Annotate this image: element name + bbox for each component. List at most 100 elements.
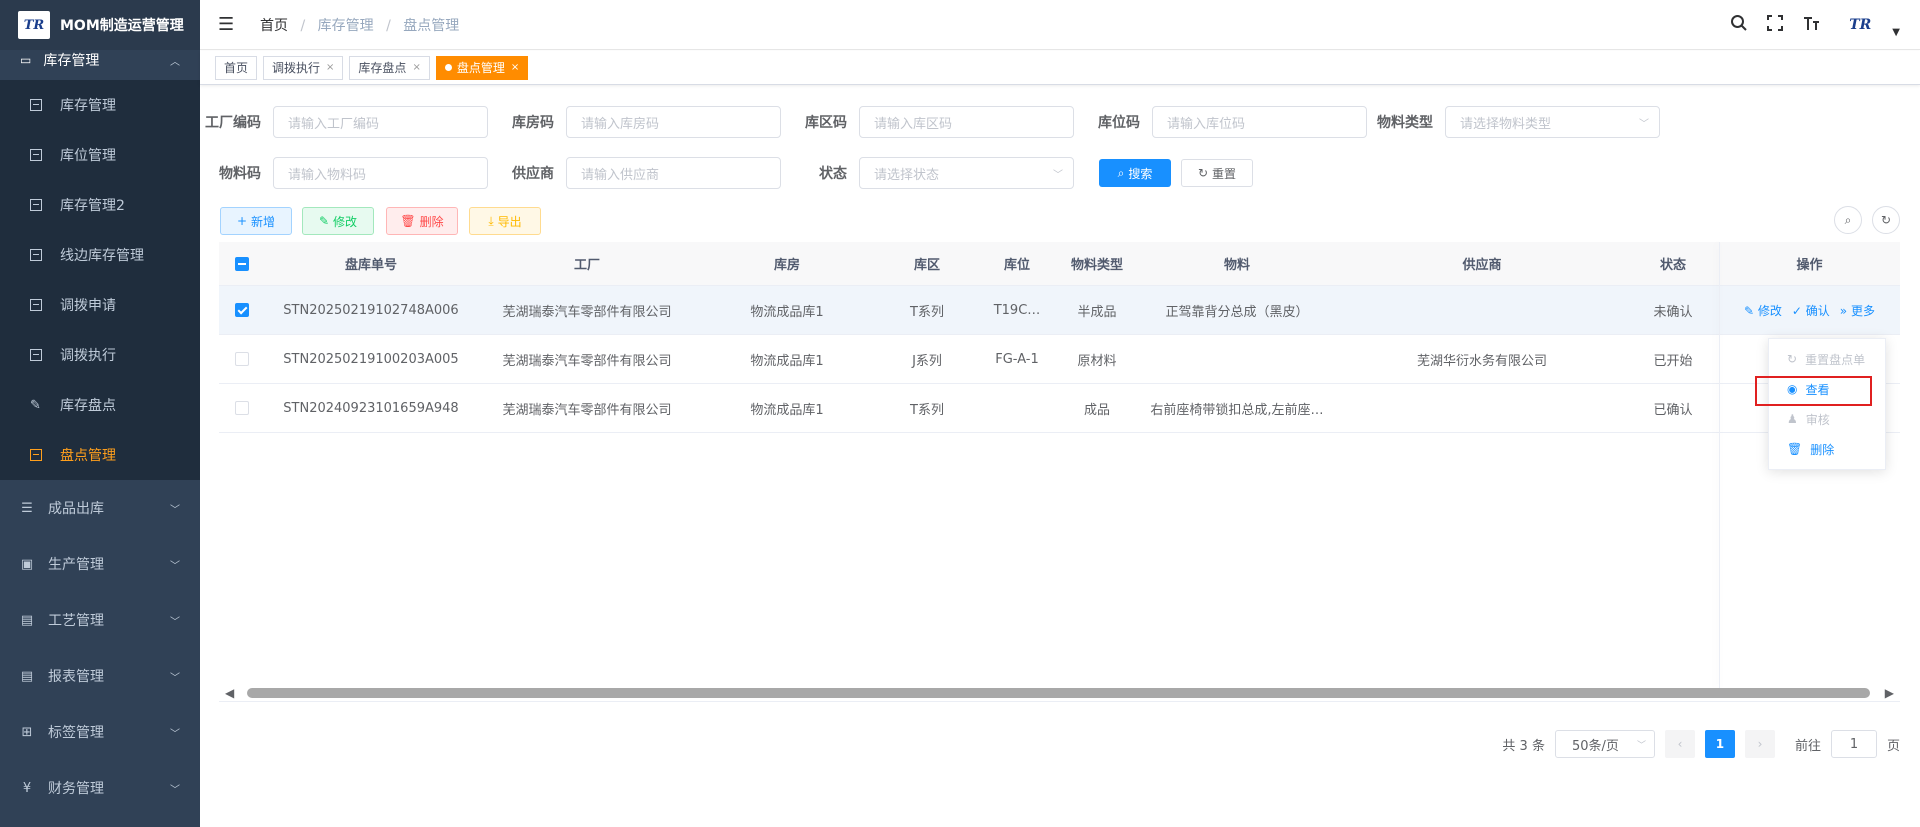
tag-stocktake-mgmt[interactable]: 盘点管理 × [435, 55, 529, 80]
tag-stocktake[interactable]: 库存盘点 × [349, 55, 430, 80]
edit-button[interactable]: ✎ 修改 [302, 207, 374, 235]
field-label: 工厂编码 [205, 115, 261, 131]
chevron-down-icon: ﹀ [170, 728, 180, 740]
delete-menu-item[interactable]: 🗑 删除 [1769, 434, 1885, 464]
toggle-search-button[interactable]: ⌕ [1834, 206, 1862, 234]
avatar[interactable]: TR [1842, 13, 1878, 37]
field-label: 状态 [819, 166, 847, 182]
close-icon[interactable]: × [511, 62, 519, 73]
next-page-button[interactable]: › [1744, 730, 1775, 758]
cell-factory: 芜湖瑞泰汽车零部件有限公司 [502, 353, 672, 369]
scrollbar-thumb[interactable] [247, 688, 1870, 698]
row-confirm-button[interactable]: ✓ 确认 [1792, 302, 1830, 319]
sidebar-item-lineside[interactable]: 线边库存管理 [0, 230, 200, 280]
col-header: 操作 [1796, 258, 1823, 273]
prev-page-button[interactable]: ‹ [1664, 730, 1695, 758]
chevron-down-icon: ﹀ [170, 784, 180, 796]
fullscreen-icon[interactable] [1764, 14, 1786, 37]
active-dot-icon [444, 64, 452, 71]
menu-item-label: 审核 [1805, 412, 1830, 427]
select-all-checkbox[interactable] [235, 256, 249, 271]
cell-warehouse: 物流成品库1 [750, 353, 824, 369]
tag-home[interactable]: 首页 [215, 55, 258, 80]
page-number[interactable]: 1 [1704, 730, 1735, 758]
hamburger-icon[interactable]: ☰ [218, 14, 238, 35]
close-icon[interactable]: × [412, 62, 420, 73]
sidebar-item-inventory[interactable]: 库存管理 [0, 80, 200, 130]
breadcrumb-home[interactable]: 首页 [260, 18, 288, 34]
material-type-select[interactable]: 请选择物料类型 ﹀ [1445, 106, 1660, 138]
menu-finance[interactable]: ¥ 财务管理 ﹀ [0, 760, 200, 816]
reset-stocktake-menu-item[interactable]: ↻ 重置盘点单 [1769, 344, 1885, 374]
page-size-value: 50条/页 [1571, 738, 1619, 754]
row-more-button[interactable]: » 更多 [1840, 302, 1875, 319]
breadcrumb-separator: / [300, 17, 306, 34]
scroll-right-icon[interactable]: ▶ [1885, 686, 1894, 700]
cell-location: FG-A-1 [995, 351, 1039, 367]
row-checkbox[interactable] [235, 401, 249, 415]
menu-finished-outbound[interactable]: ☰ 成品出库 ﹀ [0, 480, 200, 536]
col-header: 库区 [913, 258, 940, 273]
location-input[interactable]: 请输入库位码 [1152, 106, 1367, 138]
warehouse-input[interactable]: 请输入库房码 [566, 106, 781, 138]
sidebar-item-transfer-request[interactable]: 调拨申请 [0, 280, 200, 330]
row-checkbox[interactable] [235, 352, 249, 366]
export-button-label: 导出 [497, 214, 522, 229]
search-button[interactable]: ⌕ 搜索 [1099, 159, 1171, 187]
table-row[interactable]: STN20240923101659A948 芜湖瑞泰汽车零部件有限公司 物流成品… [219, 384, 1900, 433]
material-input[interactable]: 请输入物料码 [273, 157, 488, 189]
col-header: 盘库单号 [344, 258, 397, 273]
table-icon [30, 299, 42, 311]
menu-report[interactable]: ▤ 报表管理 ﹀ [0, 648, 200, 704]
sidebar-item-stocktake-mgmt[interactable]: 盘点管理 [0, 430, 200, 480]
menu-inventory[interactable]: ▭ 库存管理 ︿ [0, 40, 200, 80]
export-button[interactable]: ⤓ 导出 [469, 207, 541, 235]
delete-button[interactable]: 🗑 删除 [386, 207, 458, 235]
horizontal-scrollbar[interactable]: ◀ ▶ [219, 684, 1900, 702]
field-area: 库区码 请输入库区码 [791, 106, 1074, 138]
chevron-left-icon: ‹ [1677, 737, 1683, 751]
caret-down-icon[interactable]: ▼ [1892, 27, 1900, 38]
col-header: 状态 [1659, 258, 1686, 273]
add-button[interactable]: + 新增 [220, 207, 292, 235]
menu-production[interactable]: ▣ 生产管理 ﹀ [0, 536, 200, 592]
sidebar-item-transfer-exec[interactable]: 调拨执行 [0, 330, 200, 380]
sidebar-item-label: 调拨执行 [60, 348, 116, 364]
logo: TR [18, 11, 50, 39]
tag-transfer-exec[interactable]: 调拨执行 × [263, 55, 344, 80]
area-input[interactable]: 请输入库区码 [859, 106, 1074, 138]
cell-material: 右前座椅带锁扣总成,左前座… [1150, 402, 1324, 418]
field-label: 库位码 [1098, 115, 1140, 131]
sidebar: TR MOM制造运营管理 ▭ 库存管理 ︿ 库存管理 库位管理 库存管理2 线边… [0, 0, 200, 827]
sidebar-item-inventory2[interactable]: 库存管理2 [0, 180, 200, 230]
op-label: 确认 [1805, 303, 1830, 318]
audit-menu-item[interactable]: ♟ 审核 [1769, 404, 1885, 434]
menu-label-mgmt[interactable]: ⊞ 标签管理 ﹀ [0, 704, 200, 760]
refresh-button[interactable]: ↻ [1872, 206, 1900, 234]
refresh-icon: ↻ [1197, 166, 1209, 180]
sidebar-item-location[interactable]: 库位管理 [0, 130, 200, 180]
cell-warehouse: 物流成品库1 [750, 402, 824, 418]
cell-mtype: 半成品 [1077, 304, 1117, 320]
page-size-select[interactable]: 50条/页 ﹀ [1554, 730, 1655, 758]
row-checkbox[interactable] [235, 303, 249, 317]
header-actions: TR ▼ [1728, 0, 1900, 50]
row-edit-button[interactable]: ✎ 修改 [1744, 302, 1782, 319]
status-select[interactable]: 请选择状态 ﹀ [859, 157, 1074, 189]
menu-process[interactable]: ▤ 工艺管理 ﹀ [0, 592, 200, 648]
table-row[interactable]: STN20250219100203A005 芜湖瑞泰汽车零部件有限公司 物流成品… [219, 335, 1900, 384]
goto-page-input[interactable]: 1 [1830, 730, 1877, 758]
factory-input[interactable]: 请输入工厂编码 [273, 106, 488, 138]
delete-button-label: 删除 [419, 214, 444, 229]
font-size-icon[interactable] [1800, 14, 1822, 37]
reset-button[interactable]: ↻ 重置 [1181, 159, 1253, 187]
scroll-left-icon[interactable]: ◀ [225, 686, 234, 700]
field-material: 物料码 请输入物料码 [205, 157, 488, 189]
close-icon[interactable]: × [326, 62, 334, 73]
supplier-input[interactable]: 请输入供应商 [566, 157, 781, 189]
row-select-cell [219, 401, 265, 415]
sidebar-item-stocktake[interactable]: ✎ 库存盘点 [0, 380, 200, 430]
table-row[interactable]: STN20250219102748A006 芜湖瑞泰汽车零部件有限公司 物流成品… [219, 286, 1900, 335]
sidebar-item-label: 调拨申请 [60, 298, 116, 314]
search-icon[interactable] [1728, 14, 1750, 37]
